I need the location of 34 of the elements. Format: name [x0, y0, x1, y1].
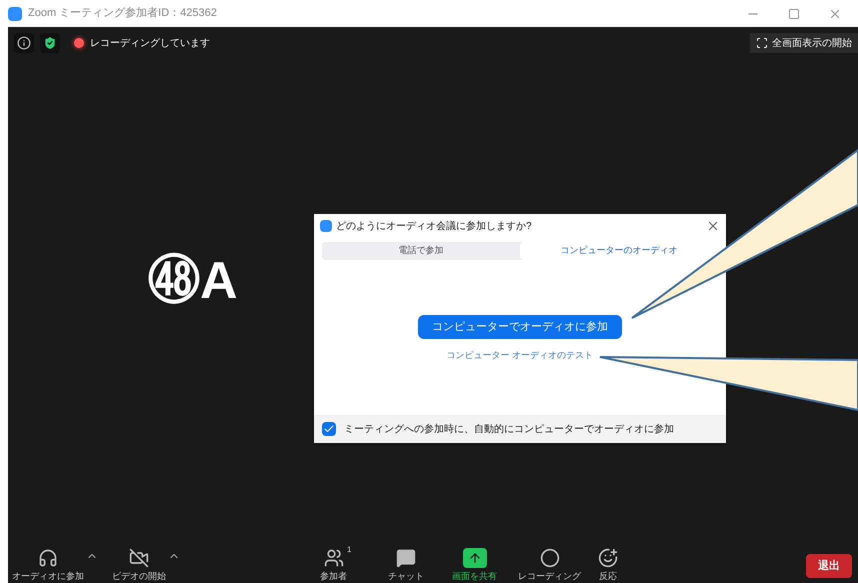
- dialog-tab[interactable]: コンピューターのオーディオ: [520, 242, 718, 260]
- maximize-button[interactable]: [788, 8, 800, 20]
- checkmark-icon: [323, 423, 335, 435]
- smiley-plus-icon: [598, 548, 618, 568]
- auto-join-label: ミーティングへの参加時に、自動的にコンピューターでオーディオに参加: [344, 422, 674, 436]
- chat-icon: [396, 548, 416, 568]
- fullscreen-button[interactable]: 全画面表示の開始: [750, 33, 858, 53]
- record-icon: [540, 548, 560, 568]
- headphones-icon: [38, 548, 58, 568]
- share-screen-icon: [462, 548, 486, 568]
- test-audio-link[interactable]: コンピューター オーディオのテスト: [446, 349, 594, 362]
- toolbar-button[interactable]: レコーディング: [518, 548, 581, 583]
- dialog-tab[interactable]: 電話で参加: [322, 242, 520, 260]
- toolbar-button[interactable]: オーディオに参加: [12, 548, 84, 583]
- app-logo-icon: [8, 6, 22, 20]
- recording-status: レコーディングしています: [90, 36, 210, 50]
- toolbar-button[interactable]: チャット: [388, 548, 424, 583]
- leave-button[interactable]: 退出: [806, 554, 852, 578]
- app-logo-icon: [320, 220, 332, 232]
- info-button[interactable]: [14, 33, 34, 53]
- participant-name: ㊽A: [148, 255, 238, 307]
- toolbar-button[interactable]: 反応: [598, 548, 618, 583]
- security-shield-icon: [40, 33, 60, 53]
- close-button[interactable]: [706, 219, 720, 233]
- people-icon: [324, 548, 344, 568]
- join-audio-button[interactable]: コンピューターでオーディオに参加: [418, 315, 622, 339]
- toolbar-button[interactable]: 画面を共有: [452, 548, 497, 583]
- fullscreen-icon: [756, 37, 768, 49]
- participant-count: 1: [347, 544, 352, 556]
- dialog-title: どのようにオーディオ会議に参加しますか?: [336, 220, 532, 234]
- window-title: Zoom ミーティング参加者ID：425362: [28, 6, 217, 22]
- video-off-icon: [129, 548, 149, 568]
- toolbar-button[interactable]: ビデオの開始: [112, 548, 166, 583]
- auto-join-checkbox[interactable]: [322, 422, 336, 436]
